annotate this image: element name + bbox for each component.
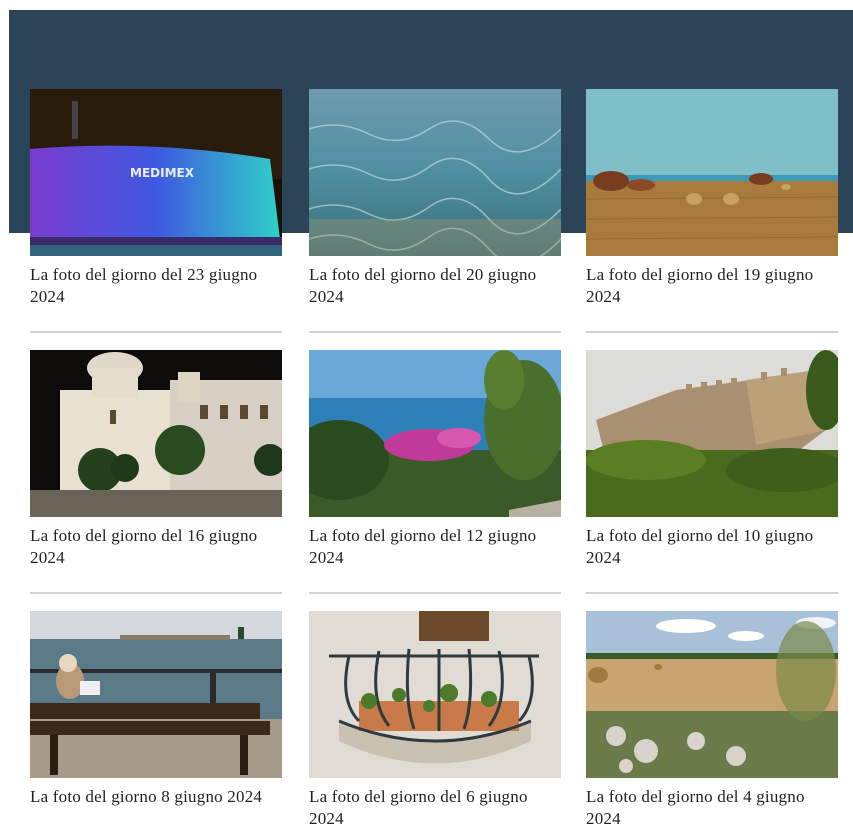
- photo-thumbnail-hay-bales[interactable]: [586, 89, 838, 256]
- photo-image: [309, 89, 561, 256]
- row-divider: [586, 592, 838, 594]
- photo-thumbnail-countryside[interactable]: [586, 611, 838, 778]
- photo-caption[interactable]: La foto del giorno del 12 giugno 2024: [309, 525, 561, 569]
- photo-caption[interactable]: La foto del giorno 8 giugno 2024: [30, 786, 282, 808]
- photo-thumbnail-medimex[interactable]: MEDIMEX: [30, 89, 282, 256]
- photo-caption[interactable]: La foto del giorno del 4 giugno 2024: [586, 786, 838, 830]
- photo-thumbnail-sea[interactable]: [309, 89, 561, 256]
- photo-card[interactable]: La foto del giorno del 10 giugno 2024: [586, 350, 838, 569]
- photo-caption[interactable]: La foto del giorno del 6 giugno 2024: [309, 786, 561, 830]
- photo-caption[interactable]: La foto del giorno del 23 giugno 2024: [30, 264, 282, 308]
- photo-card[interactable]: MEDIMEX La foto del giorno del 23 giugno…: [30, 89, 282, 308]
- row-divider: [30, 331, 282, 333]
- photo-card[interactable]: La foto del giorno del 6 giugno 2024: [309, 611, 561, 830]
- row-divider: [309, 592, 561, 594]
- row-divider: [30, 592, 282, 594]
- photo-image: MEDIMEX: [30, 89, 282, 256]
- photo-thumbnail-castle[interactable]: [586, 350, 838, 517]
- photo-card[interactable]: La foto del giorno 8 giugno 2024: [30, 611, 282, 808]
- photo-card[interactable]: La foto del giorno del 19 giugno 2024: [586, 89, 838, 308]
- photo-image: [586, 350, 838, 517]
- photo-card[interactable]: La foto del giorno del 16 giugno 2024: [30, 350, 282, 569]
- svg-text:MEDIMEX: MEDIMEX: [130, 166, 195, 180]
- photo-card[interactable]: La foto del giorno del 4 giugno 2024: [586, 611, 838, 830]
- photo-thumbnail-church[interactable]: [30, 350, 282, 517]
- photo-image: [309, 611, 561, 778]
- photo-image: [30, 350, 282, 517]
- photo-image: [586, 89, 838, 256]
- photo-image: [309, 350, 561, 517]
- photo-image: [30, 611, 282, 778]
- row-divider: [309, 331, 561, 333]
- photo-card[interactable]: La foto del giorno del 20 giugno 2024: [309, 89, 561, 308]
- photo-thumbnail-balcony[interactable]: [309, 611, 561, 778]
- photo-thumbnail-bench[interactable]: [30, 611, 282, 778]
- photo-caption[interactable]: La foto del giorno del 19 giugno 2024: [586, 264, 838, 308]
- photo-image: [586, 611, 838, 778]
- photo-card[interactable]: La foto del giorno del 12 giugno 2024: [309, 350, 561, 569]
- row-divider: [586, 331, 838, 333]
- photo-thumbnail-sea-view[interactable]: [309, 350, 561, 517]
- photo-caption[interactable]: La foto del giorno del 16 giugno 2024: [30, 525, 282, 569]
- photo-caption[interactable]: La foto del giorno del 20 giugno 2024: [309, 264, 561, 308]
- photo-caption[interactable]: La foto del giorno del 10 giugno 2024: [586, 525, 838, 569]
